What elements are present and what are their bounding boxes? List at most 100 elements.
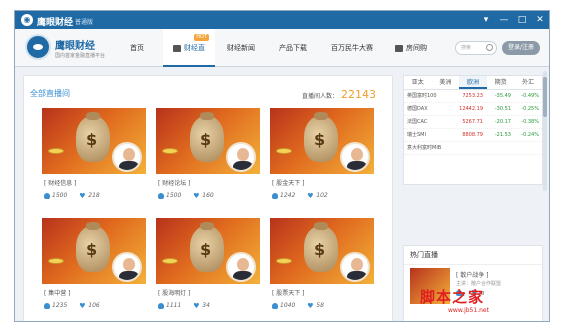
tab-futures[interactable]: 期货 <box>487 76 515 89</box>
online-count: 直播间人数： 22143 <box>302 88 376 101</box>
room-title[interactable]: [ 集中营 ] <box>44 288 71 297</box>
tab-europe[interactable]: 欧洲 <box>459 76 487 89</box>
app-logo-icon: ◉ <box>21 14 33 26</box>
like-count: 102 <box>316 192 328 199</box>
room-stats: 1111 ♥ 34 <box>158 302 210 309</box>
search-icon[interactable] <box>486 44 493 51</box>
heart-icon: ♥ <box>307 191 314 200</box>
market-row[interactable]: 法国CAC 5267.71 -20.17 -0.38% <box>404 116 542 129</box>
coin-image <box>162 258 178 264</box>
market-panel: 亚太 美洲 欧洲 期货 外汇 英国富时100 7253.23 -35.49 -0.49… <box>403 75 543 185</box>
index-percent: -0.24% <box>521 132 539 138</box>
cart-icon <box>395 44 403 52</box>
top-nav-bar: 鹰眼财经 国内首家金融直播平台 首页 财经直播HOT 财经新闻 产品下载 百万民… <box>15 29 549 90</box>
scrollbar-thumb[interactable] <box>543 77 547 117</box>
nav-item-news[interactable]: 财经新闻 <box>215 29 267 67</box>
room-thumbnail[interactable]: $ <box>42 108 146 174</box>
market-row[interactable]: 瑞士SMI 8808.79 -21.53 -0.24% <box>404 129 542 142</box>
room-card[interactable]: $ [ 股金天下 ] 1242 ♥ 102 <box>270 108 374 206</box>
like-count: 218 <box>88 192 100 199</box>
nav-item-home[interactable]: 首页 <box>111 29 163 67</box>
main-nav: 首页 财经直播HOT 财经新闻 产品下载 百万民牛大赛 房间购买 <box>111 29 437 90</box>
room-title[interactable]: [ 财经信息 ] <box>44 178 77 187</box>
room-card[interactable]: $ [ 财经信息 ] 1500 ♥ 218 <box>42 108 146 206</box>
index-percent: -0.38% <box>521 119 539 125</box>
market-row[interactable]: 德国DAX 12442.19 -30.51 -0.25% <box>404 103 542 116</box>
index-percent: -0.49% <box>521 93 539 99</box>
market-row[interactable]: 意大利富时MIB <box>404 142 542 155</box>
tab-americas[interactable]: 美洲 <box>432 76 460 89</box>
room-thumbnail[interactable]: $ <box>270 218 374 284</box>
user-icon <box>158 192 164 199</box>
index-name: 意大利富时MIB <box>407 145 442 151</box>
room-card[interactable]: $ [ 股票天下 ] 1040 ♥ 58 <box>270 218 374 316</box>
room-card[interactable]: $ [ 股海明灯 ] 1111 ♥ 34 <box>156 218 260 316</box>
nav-item-label: 产品下载 <box>279 44 307 52</box>
heart-icon: ♥ <box>193 301 200 310</box>
nav-item-contest[interactable]: 百万民牛大赛 <box>319 29 385 67</box>
tv-icon <box>173 44 181 52</box>
nav-item-label: 首页 <box>130 44 144 52</box>
tab-asia-pacific[interactable]: 亚太 <box>404 76 432 89</box>
room-stats: 1242 ♥ 102 <box>272 192 328 199</box>
index-name: 德国DAX <box>407 106 428 112</box>
nav-item-room-buy[interactable]: 房间购买 <box>385 29 437 90</box>
search-input[interactable]: 搜索 <box>455 41 497 55</box>
like-count: 34 <box>202 302 210 309</box>
index-value: 7253.23 <box>462 93 483 99</box>
watermark-url: www.jb51.net <box>448 307 489 314</box>
menu-dropdown-icon[interactable]: ▾ <box>481 14 491 26</box>
room-title[interactable]: [ 股海明灯 ] <box>158 288 191 297</box>
like-count: 106 <box>88 302 100 309</box>
room-thumbnail[interactable]: $ <box>156 108 260 174</box>
index-change <box>483 142 511 154</box>
brand-name: 鹰眼财经 <box>55 41 95 52</box>
market-row[interactable]: 英国富时100 7253.23 -35.49 -0.49% <box>404 90 542 103</box>
viewer-count: 1235 <box>52 302 68 309</box>
app-window: ◉ 鹰眼财经 普通版 ▾ — □ ✕ 鹰眼财经 国内首家金融直播平台 首页 财经… <box>14 10 550 322</box>
room-stats: 1500 ♥ 218 <box>44 192 100 199</box>
room-stats: 1040 ♥ 58 <box>272 302 324 309</box>
room-card[interactable]: $ [ 集中营 ] 1235 ♥ 106 <box>42 218 146 316</box>
room-thumbnail[interactable]: $ <box>270 108 374 174</box>
close-icon[interactable]: ✕ <box>535 14 545 26</box>
nav-item-label: 百万民牛大赛 <box>331 44 373 52</box>
room-card[interactable]: $ [ 财经论坛 ] 1500 ♥ 160 <box>156 108 260 206</box>
online-label: 直播间人数： <box>301 93 338 100</box>
coin-image <box>276 148 292 154</box>
index-name: 瑞士SMI <box>407 132 426 138</box>
index-value: 8808.79 <box>462 132 483 138</box>
vertical-scrollbar[interactable] <box>543 71 547 191</box>
room-title[interactable]: [ 股票天下 ] <box>272 288 305 297</box>
dollar-sign: $ <box>200 240 212 259</box>
room-title[interactable]: [ 财经论坛 ] <box>158 178 191 187</box>
maximize-icon[interactable]: □ <box>517 14 527 26</box>
live-rooms-panel: 全部直播间 直播间人数： 22143 $ [ 财经信息 ] 1500 ♥ 218 $ … <box>23 75 393 321</box>
index-value: 12442.19 <box>459 106 483 112</box>
hot-live-title: 热门直播 <box>404 246 542 265</box>
window-controls: ▾ — □ ✕ <box>481 14 545 26</box>
tab-forex[interactable]: 外汇 <box>514 76 542 89</box>
room-thumbnail[interactable]: $ <box>42 218 146 284</box>
user-icon <box>44 302 50 309</box>
nav-item-download[interactable]: 产品下载 <box>267 29 319 67</box>
room-title[interactable]: [ 股金天下 ] <box>272 178 305 187</box>
heart-icon: ♥ <box>79 191 86 200</box>
coin-image <box>48 148 64 154</box>
index-name: 英国富时100 <box>407 93 437 99</box>
host-avatar <box>226 142 256 172</box>
dollar-sign: $ <box>200 130 212 149</box>
app-title: 鹰眼财经 <box>37 18 74 28</box>
user-icon <box>272 302 278 309</box>
host-avatar <box>112 142 142 172</box>
section-title: 全部直播间 <box>30 89 70 98</box>
market-tabs: 亚太 美洲 欧洲 期货 外汇 <box>404 76 542 90</box>
room-thumbnail[interactable]: $ <box>156 218 260 284</box>
index-change: -21.53 <box>494 132 511 138</box>
hot-live-name[interactable]: [ 散户战争 ] <box>456 270 489 279</box>
minimize-icon[interactable]: — <box>499 14 509 26</box>
login-register-button[interactable]: 登录/注册 <box>502 41 540 55</box>
watermark-logo: 脚本之家 <box>420 288 485 306</box>
host-avatar <box>112 252 142 282</box>
nav-item-live[interactable]: 财经直播HOT <box>163 29 215 90</box>
